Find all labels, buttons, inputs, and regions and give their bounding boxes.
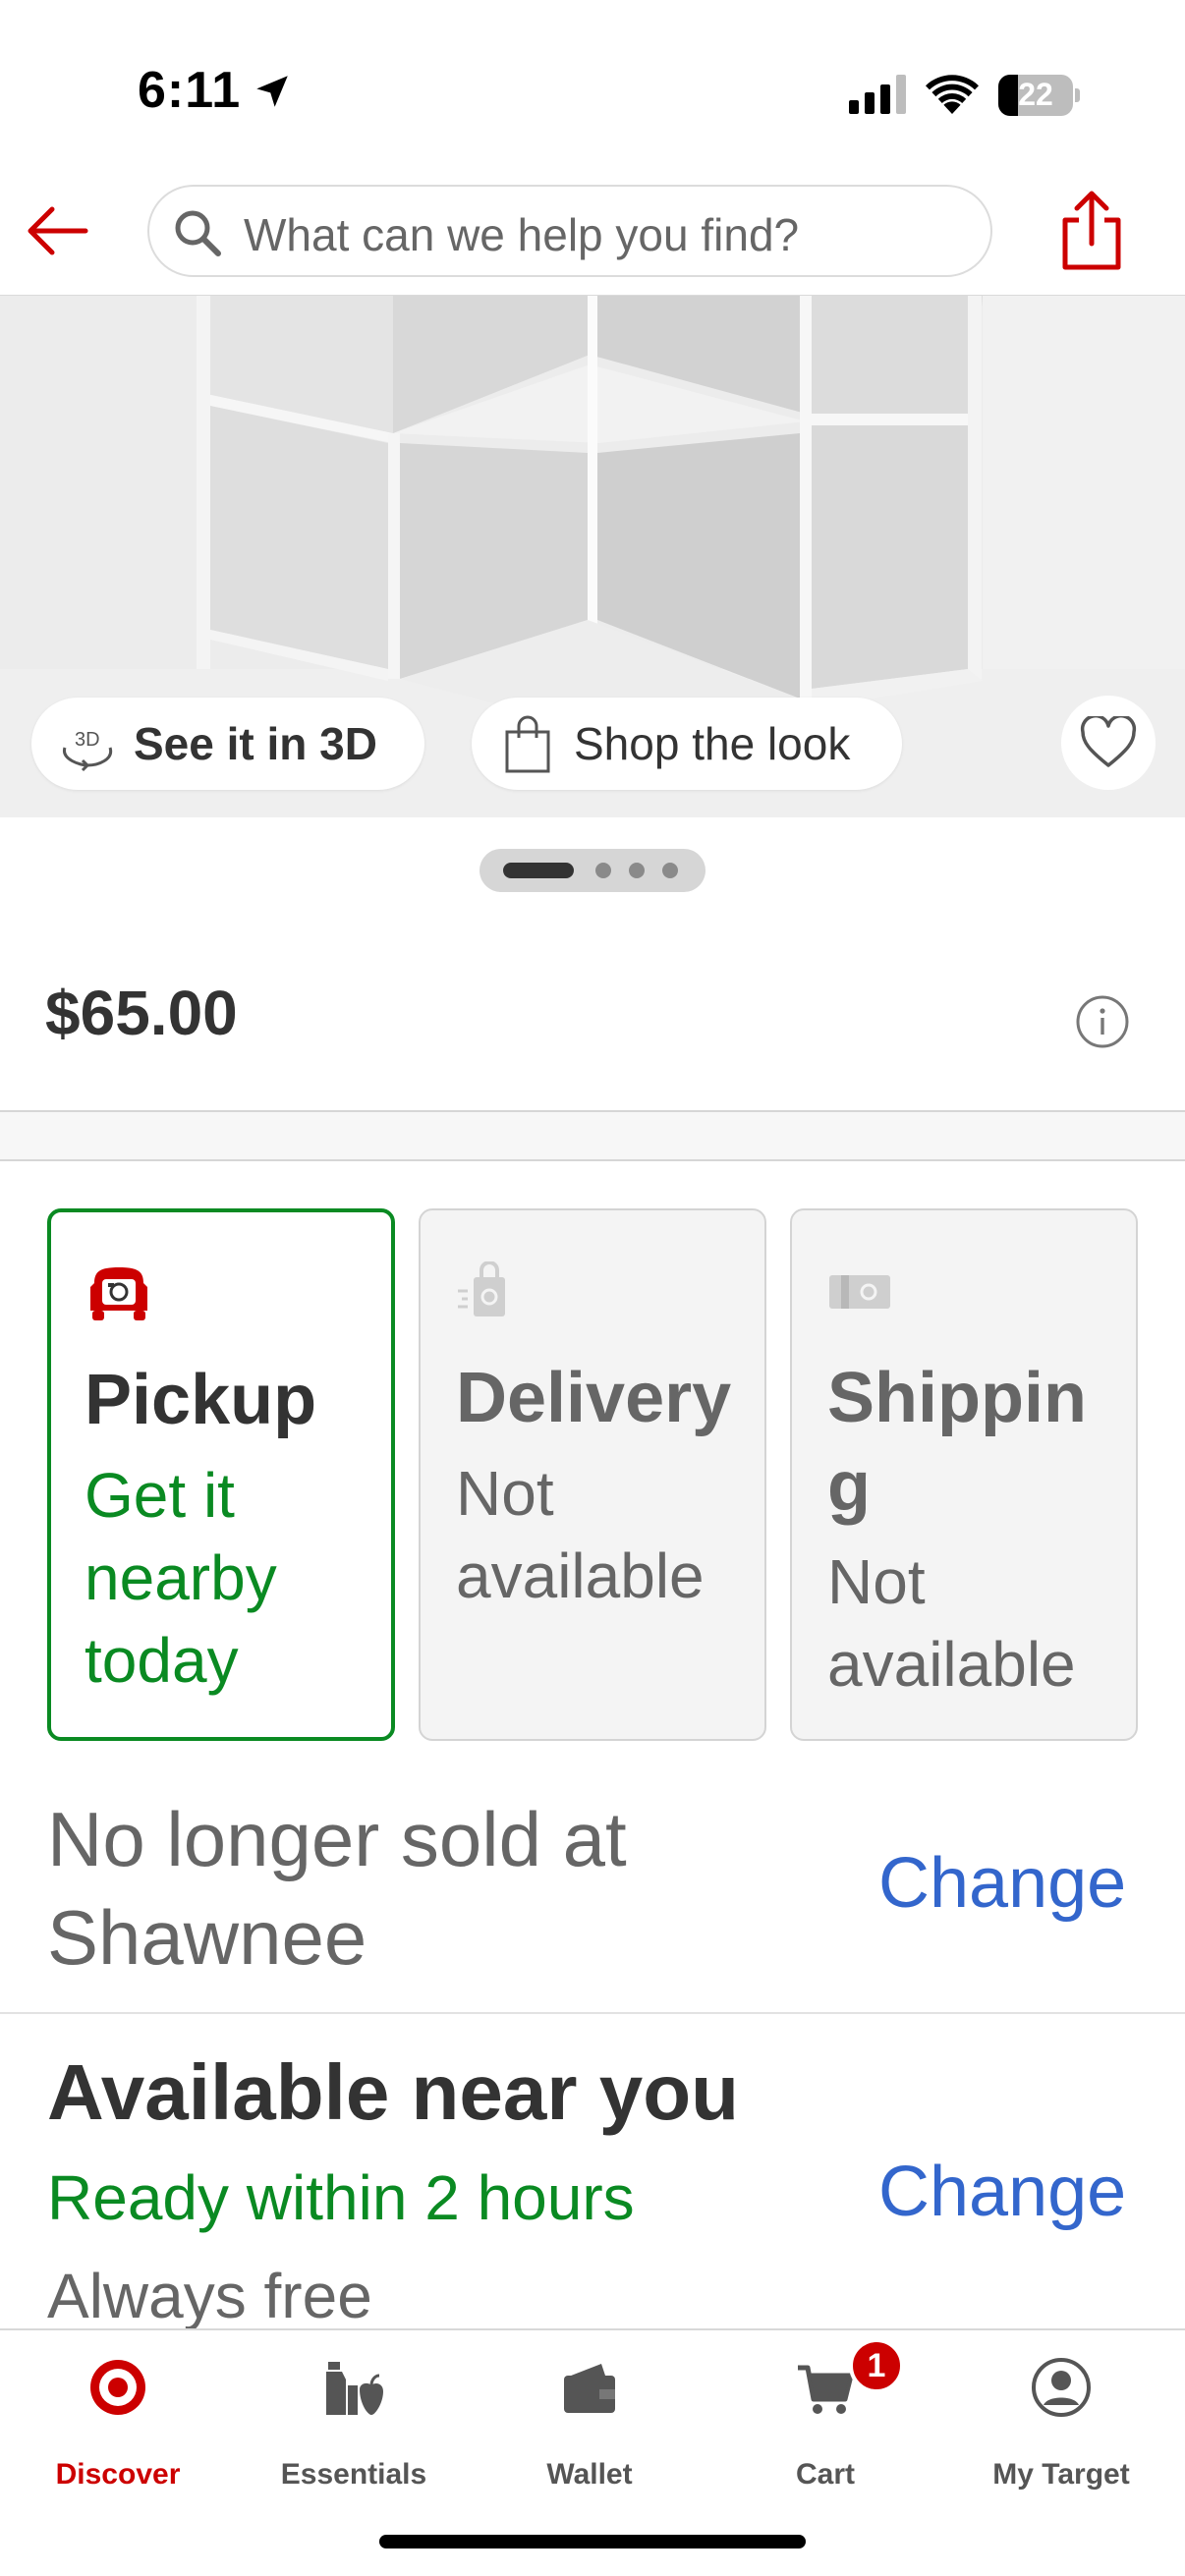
home-indicator [379,2535,806,2548]
carousel-indicator[interactable] [480,849,705,892]
tab-cart[interactable]: 1 Cart [707,2338,943,2503]
see-in-3d-button[interactable]: 3D See it in 3D [31,698,424,790]
change-nearby-store-link[interactable]: Change [878,2152,1126,2232]
battery-indicator: 22 [998,75,1081,116]
wallet-icon [564,2364,615,2413]
store-availability-message: No longer sold at Shawnee [47,1796,627,1981]
tab-wallet-label: Wallet [546,2458,633,2491]
tab-essentials[interactable]: Essentials [236,2356,472,2503]
ready-time-text: Ready within 2 hours [47,2162,635,2233]
svg-text:3D: 3D [75,729,100,751]
target-bullseye-icon [90,2360,145,2415]
tab-discover-label: Discover [55,2458,181,2491]
essentials-icon [326,2362,383,2415]
delivery-title: Delivery [456,1359,732,1437]
tab-wallet[interactable]: Wallet [472,2356,707,2503]
carousel-dot [629,863,645,878]
battery-level: 22 [1018,77,1053,112]
product-price: $65.00 [45,978,238,1048]
pickup-option-card[interactable]: Pickup Get it nearby today [47,1208,395,1741]
tab-my-target[interactable]: My Target [943,2356,1179,2503]
wifi-icon [926,75,979,114]
account-icon [1032,2358,1091,2417]
pickup-title: Pickup [85,1361,317,1439]
shipping-box-icon [829,1275,890,1309]
change-store-link[interactable]: Change [878,1843,1126,1924]
carousel-dot [595,863,611,878]
search-icon [175,210,221,256]
status-time: 6:11 [138,62,242,119]
share-button[interactable] [1057,189,1126,273]
available-near-you-heading: Available near you [47,2048,739,2136]
shop-the-look-button[interactable]: Shop the look [472,698,902,790]
rotate-3d-icon: 3D [63,729,113,772]
share-icon [1062,191,1121,270]
delivery-status: Not available [456,1458,705,1611]
back-button[interactable] [24,196,92,265]
search-placeholder: What can we help you find? [244,209,800,260]
shipping-option-card[interactable]: Shippin g Not available [790,1208,1138,1741]
pickup-status: Get it nearby today [85,1460,277,1696]
location-arrow-icon [256,76,288,107]
cart-icon [798,2365,854,2414]
back-arrow-icon [28,206,88,255]
see-in-3d-label: See it in 3D [134,718,377,769]
tab-discover[interactable]: Discover [0,2356,236,2503]
delivery-option-card[interactable]: Delivery Not available [419,1208,766,1741]
tab-cart-label: Cart [795,2458,855,2491]
search-input[interactable]: What can we help you find? [147,185,992,277]
tab-essentials-label: Essentials [280,2458,427,2491]
heart-icon [1080,716,1137,767]
carousel-dot-active [503,863,574,878]
shopping-bag-icon [505,715,550,773]
divider [0,2012,1185,2014]
info-icon[interactable] [1075,994,1130,1049]
shipping-status: Not available [827,1546,1076,1700]
shipping-title: Shippin g [827,1359,1087,1526]
tab-my-target-label: My Target [992,2458,1130,2491]
delivery-bag-icon [458,1261,505,1316]
section-divider [0,1110,1185,1161]
pickup-car-icon [90,1267,147,1320]
pickup-cost-text: Always free [47,2261,372,2331]
favorite-button[interactable] [1061,696,1156,790]
cellular-signal-icon [849,75,906,114]
cart-count-badge: 1 [849,2338,904,2393]
shop-the-look-label: Shop the look [574,718,851,769]
carousel-dot [662,863,678,878]
status-bar: 6:11 22 [0,0,1185,177]
